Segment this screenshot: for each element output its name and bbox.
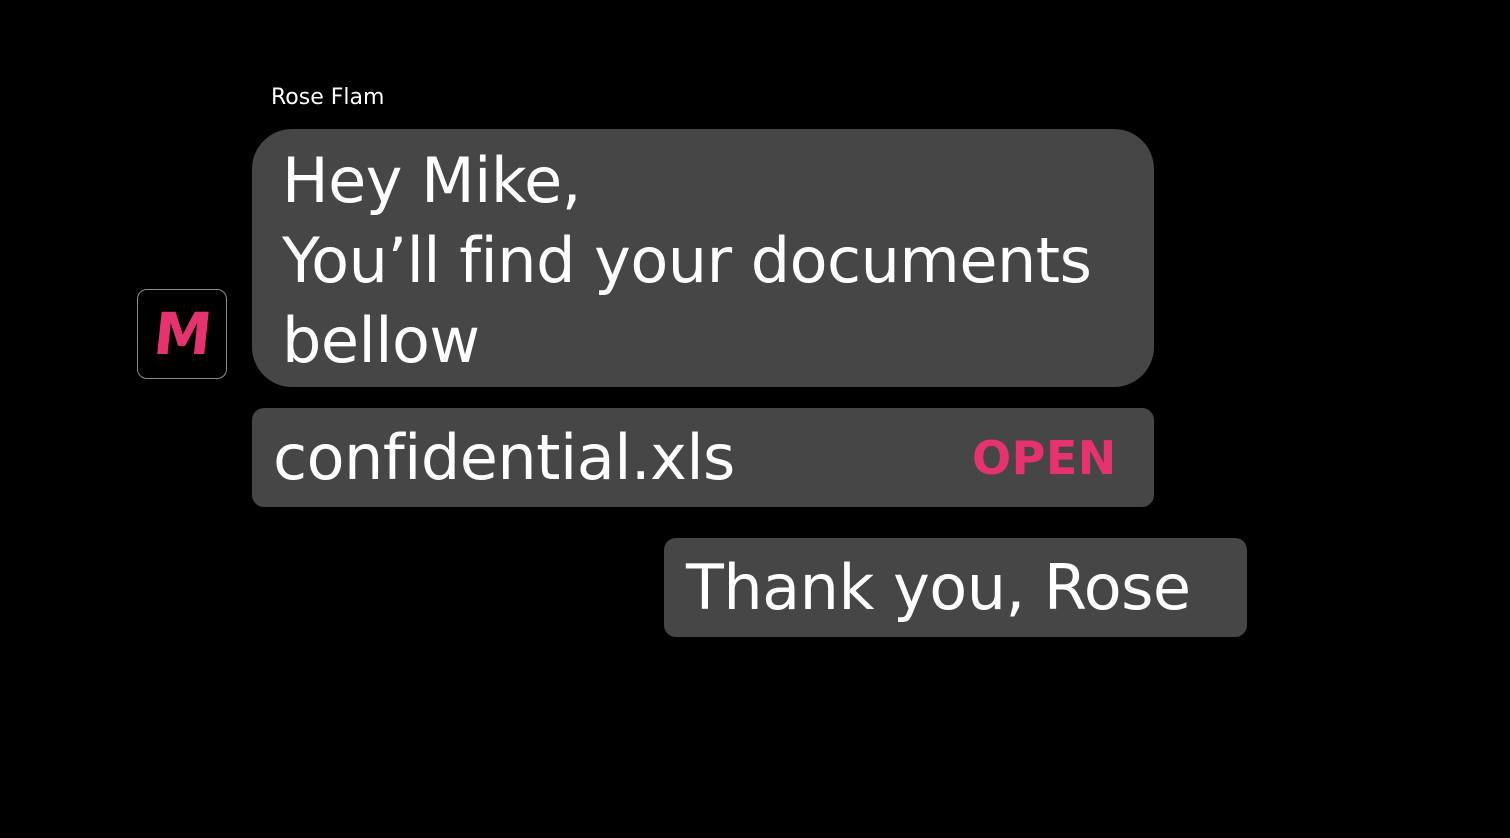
open-attachment-button[interactable]: OPEN (972, 430, 1117, 486)
reply-text: Thank you, Rose (686, 551, 1191, 624)
message-line: bellow (282, 304, 480, 377)
sender-name: Rose Flam (271, 85, 385, 110)
avatar-logo-icon: M (150, 300, 214, 368)
message-line: You’ll find your documents (282, 224, 1092, 297)
attachment-file-name: confidential.xls (273, 421, 735, 494)
outgoing-message-bubble: Thank you, Rose (664, 538, 1247, 637)
incoming-message-bubble: Hey Mike, You’ll find your documents bel… (252, 129, 1154, 387)
file-attachment: confidential.xls OPEN (252, 408, 1154, 507)
chat-view: Rose Flam M Hey Mike, You’ll find your d… (0, 0, 1510, 838)
sender-avatar[interactable]: M (137, 289, 227, 379)
message-line: Hey Mike, (282, 144, 581, 217)
